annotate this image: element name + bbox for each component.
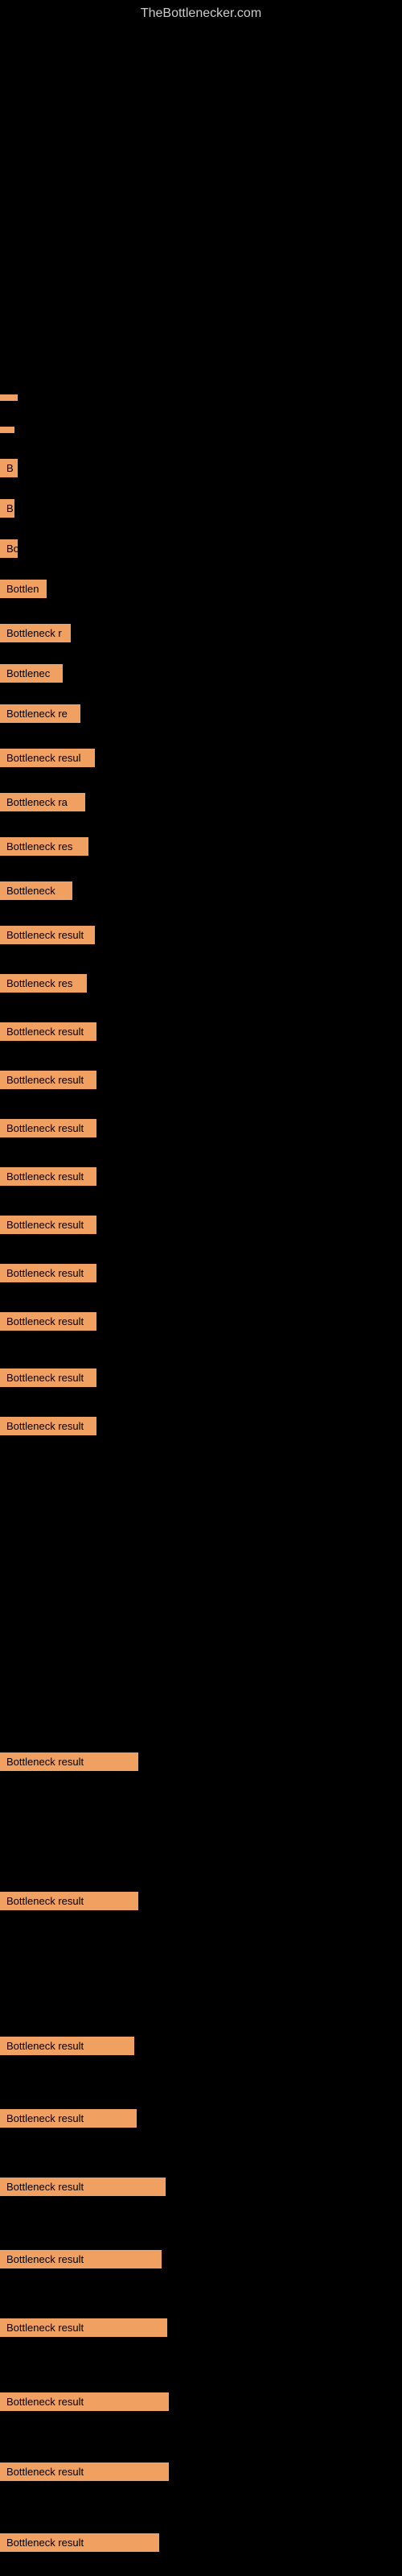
bottleneck-item: Bottleneck result bbox=[0, 1071, 96, 1089]
bottleneck-item bbox=[0, 427, 14, 433]
bottleneck-item: Bottleneck ra bbox=[0, 793, 85, 811]
bottleneck-item: Bottleneck resul bbox=[0, 749, 95, 767]
bottleneck-item: Bottleneck result bbox=[0, 2178, 166, 2196]
bottleneck-item: B bbox=[0, 499, 14, 518]
bottleneck-item bbox=[0, 394, 18, 401]
bottleneck-item: Bottleneck result bbox=[0, 1417, 96, 1435]
bottleneck-item: Bottleneck result bbox=[0, 1752, 138, 1771]
bottleneck-item: Bottleneck result bbox=[0, 2462, 169, 2481]
bottleneck-item: Bottleneck bbox=[0, 881, 72, 900]
bottleneck-item: Bottleneck result bbox=[0, 1892, 138, 1910]
bottleneck-item: Bottleneck result bbox=[0, 1167, 96, 1186]
bottleneck-item: Bottleneck result bbox=[0, 1022, 96, 1041]
bottleneck-item: Bottleneck result bbox=[0, 2318, 167, 2337]
bottleneck-item: Bottleneck result bbox=[0, 1368, 96, 1387]
bottleneck-item: Bottleneck result bbox=[0, 1119, 96, 1137]
bottleneck-item: Bo bbox=[0, 539, 18, 558]
bottleneck-item: Bottlen bbox=[0, 580, 47, 598]
bottleneck-item: Bottleneck result bbox=[0, 1312, 96, 1331]
bottleneck-item: Bottleneck result bbox=[0, 926, 95, 944]
bottleneck-item: Bottleneck result bbox=[0, 2392, 169, 2411]
bottleneck-item: Bottleneck res bbox=[0, 837, 88, 856]
bottleneck-item: Bottleneck result bbox=[0, 2533, 159, 2552]
bottleneck-item: Bottleneck re bbox=[0, 704, 80, 723]
bottleneck-item: Bottleneck result bbox=[0, 2037, 134, 2055]
site-title: TheBottlenecker.com bbox=[0, 0, 402, 24]
bottleneck-item: B bbox=[0, 459, 18, 477]
bottleneck-item: Bottleneck result bbox=[0, 2250, 162, 2268]
bottleneck-item: Bottleneck result bbox=[0, 2109, 137, 2128]
bottleneck-item: Bottleneck result bbox=[0, 1216, 96, 1234]
bottleneck-item: Bottleneck res bbox=[0, 974, 87, 993]
bottleneck-item: Bottlenec bbox=[0, 664, 63, 683]
bottleneck-item: Bottleneck r bbox=[0, 624, 71, 642]
bottleneck-item: Bottleneck result bbox=[0, 1264, 96, 1282]
